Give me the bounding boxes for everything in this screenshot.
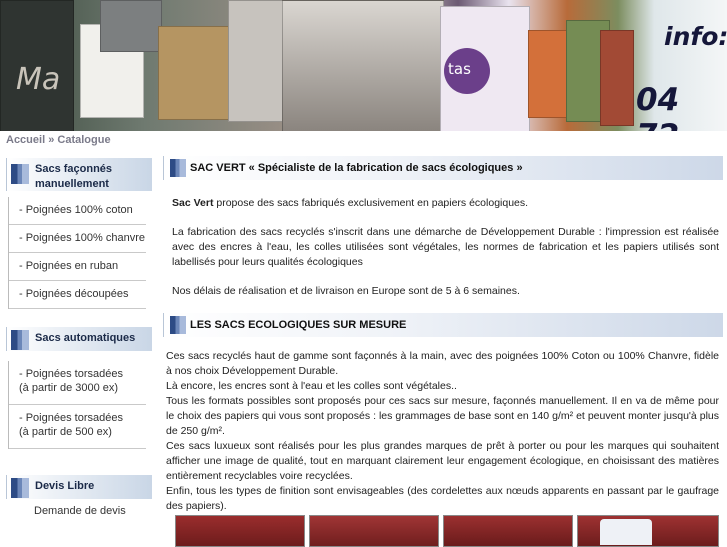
section-bullet-icon	[11, 478, 29, 498]
sur-mesure-line: Tous les formats possibles sont proposés…	[166, 395, 719, 437]
product-photo[interactable]	[443, 515, 573, 547]
section-bullet-icon	[170, 159, 186, 177]
section-bullet-icon	[11, 164, 29, 184]
product-photo[interactable]	[175, 515, 305, 547]
durable-paragraph: La fabrication des sacs recyclés s'inscr…	[172, 226, 719, 268]
section-header-sur-mesure: LES SACS ECOLOGIQUES SUR MESURE	[163, 313, 723, 337]
banner-info-text: info:	[664, 22, 727, 51]
bag-image-orange	[528, 30, 570, 118]
bag-image-kraft	[158, 26, 232, 120]
section-body-sac-vert: Sac Vert propose des sacs fabriqués excl…	[163, 180, 723, 299]
section-bullet-icon	[170, 316, 186, 334]
section-header-sac-vert: SAC VERT « Spécialiste de la fabrication…	[163, 156, 723, 180]
sidebar-item-poignees-decoupees[interactable]: - Poignées découpées	[9, 281, 146, 309]
bag-image-red	[600, 30, 634, 126]
section-body-sur-mesure: Ces sacs recyclés haut de gamme sont faç…	[163, 337, 723, 514]
sidebar-item-torsadees-3000[interactable]: - Poignées torsadées (à partir de 3000 e…	[9, 361, 146, 405]
sidebar-section-title: Sacs automatiques	[35, 332, 136, 344]
sidebar-section-title: Devis Libre	[35, 480, 95, 492]
breadcrumb-current: Catalogue	[57, 134, 111, 146]
product-photo[interactable]	[309, 515, 439, 547]
sidebar-item-poignees-coton[interactable]: - Poignées 100% coton	[9, 197, 146, 225]
breadcrumb-separator: »	[48, 134, 55, 146]
section-title: SAC VERT « Spécialiste de la fabrication…	[190, 162, 523, 174]
breadcrumb: Accueil » Catalogue	[6, 134, 111, 146]
sur-mesure-line: Enfin, tous les types de finition sont e…	[166, 485, 719, 512]
section-bullet-icon	[11, 330, 29, 350]
delais-paragraph: Nos délais de réalisation et de livraiso…	[172, 285, 520, 297]
sidebar-section-devis-header: Devis Libre	[6, 475, 152, 499]
sidebar-section-sacs-faconnes-header: Sacs façonnés manuellement	[6, 158, 152, 191]
sidebar: Sacs façonnés manuellement - Poignées 10…	[6, 158, 152, 517]
sidebar-list-sacs-automatiques: - Poignées torsadées (à partir de 3000 e…	[8, 361, 152, 449]
header-banner: Ma tas info: 04 72	[0, 0, 727, 131]
sidebar-item-poignees-ruban[interactable]: - Poignées en ruban	[9, 253, 146, 281]
intro-paragraph: Sac Vert propose des sacs fabriqués excl…	[172, 197, 529, 209]
sidebar-section-title: Sacs façonnés manuellement	[35, 163, 113, 190]
section-title: LES SACS ECOLOGIQUES SUR MESURE	[190, 319, 407, 331]
sidebar-section-sacs-automatiques-header: Sacs automatiques	[6, 327, 152, 351]
sidebar-list-sacs-faconnes: - Poignées 100% coton - Poignées 100% ch…	[8, 197, 152, 309]
bag-brand-text: tas	[448, 60, 471, 78]
sidebar-item-poignees-chanvre[interactable]: - Poignées 100% chanvre	[9, 225, 146, 253]
sur-mesure-line: Ces sacs luxueux sont réalisés pour les …	[166, 440, 719, 482]
breadcrumb-home-link[interactable]: Accueil	[6, 134, 45, 146]
banner-phone-text: 04 72	[636, 82, 680, 131]
bag-image-silver	[228, 0, 290, 122]
main-content: SAC VERT « Spécialiste de la fabrication…	[163, 156, 723, 514]
banner-logo-text: Ma	[16, 62, 61, 97]
sidebar-item-torsadees-500[interactable]: - Poignées torsadées (à partir de 500 ex…	[9, 405, 146, 449]
bag-image-portrait	[282, 0, 444, 131]
sur-mesure-line: Là encore, les encres sont à l'eau et le…	[166, 380, 457, 392]
bag-image-gray	[100, 0, 162, 52]
product-photo-white-bag	[600, 519, 652, 545]
product-photo-strip	[175, 515, 723, 547]
sur-mesure-line: Ces sacs recyclés haut de gamme sont faç…	[166, 350, 719, 377]
sidebar-item-demande-devis[interactable]: Demande de devis	[6, 505, 152, 517]
